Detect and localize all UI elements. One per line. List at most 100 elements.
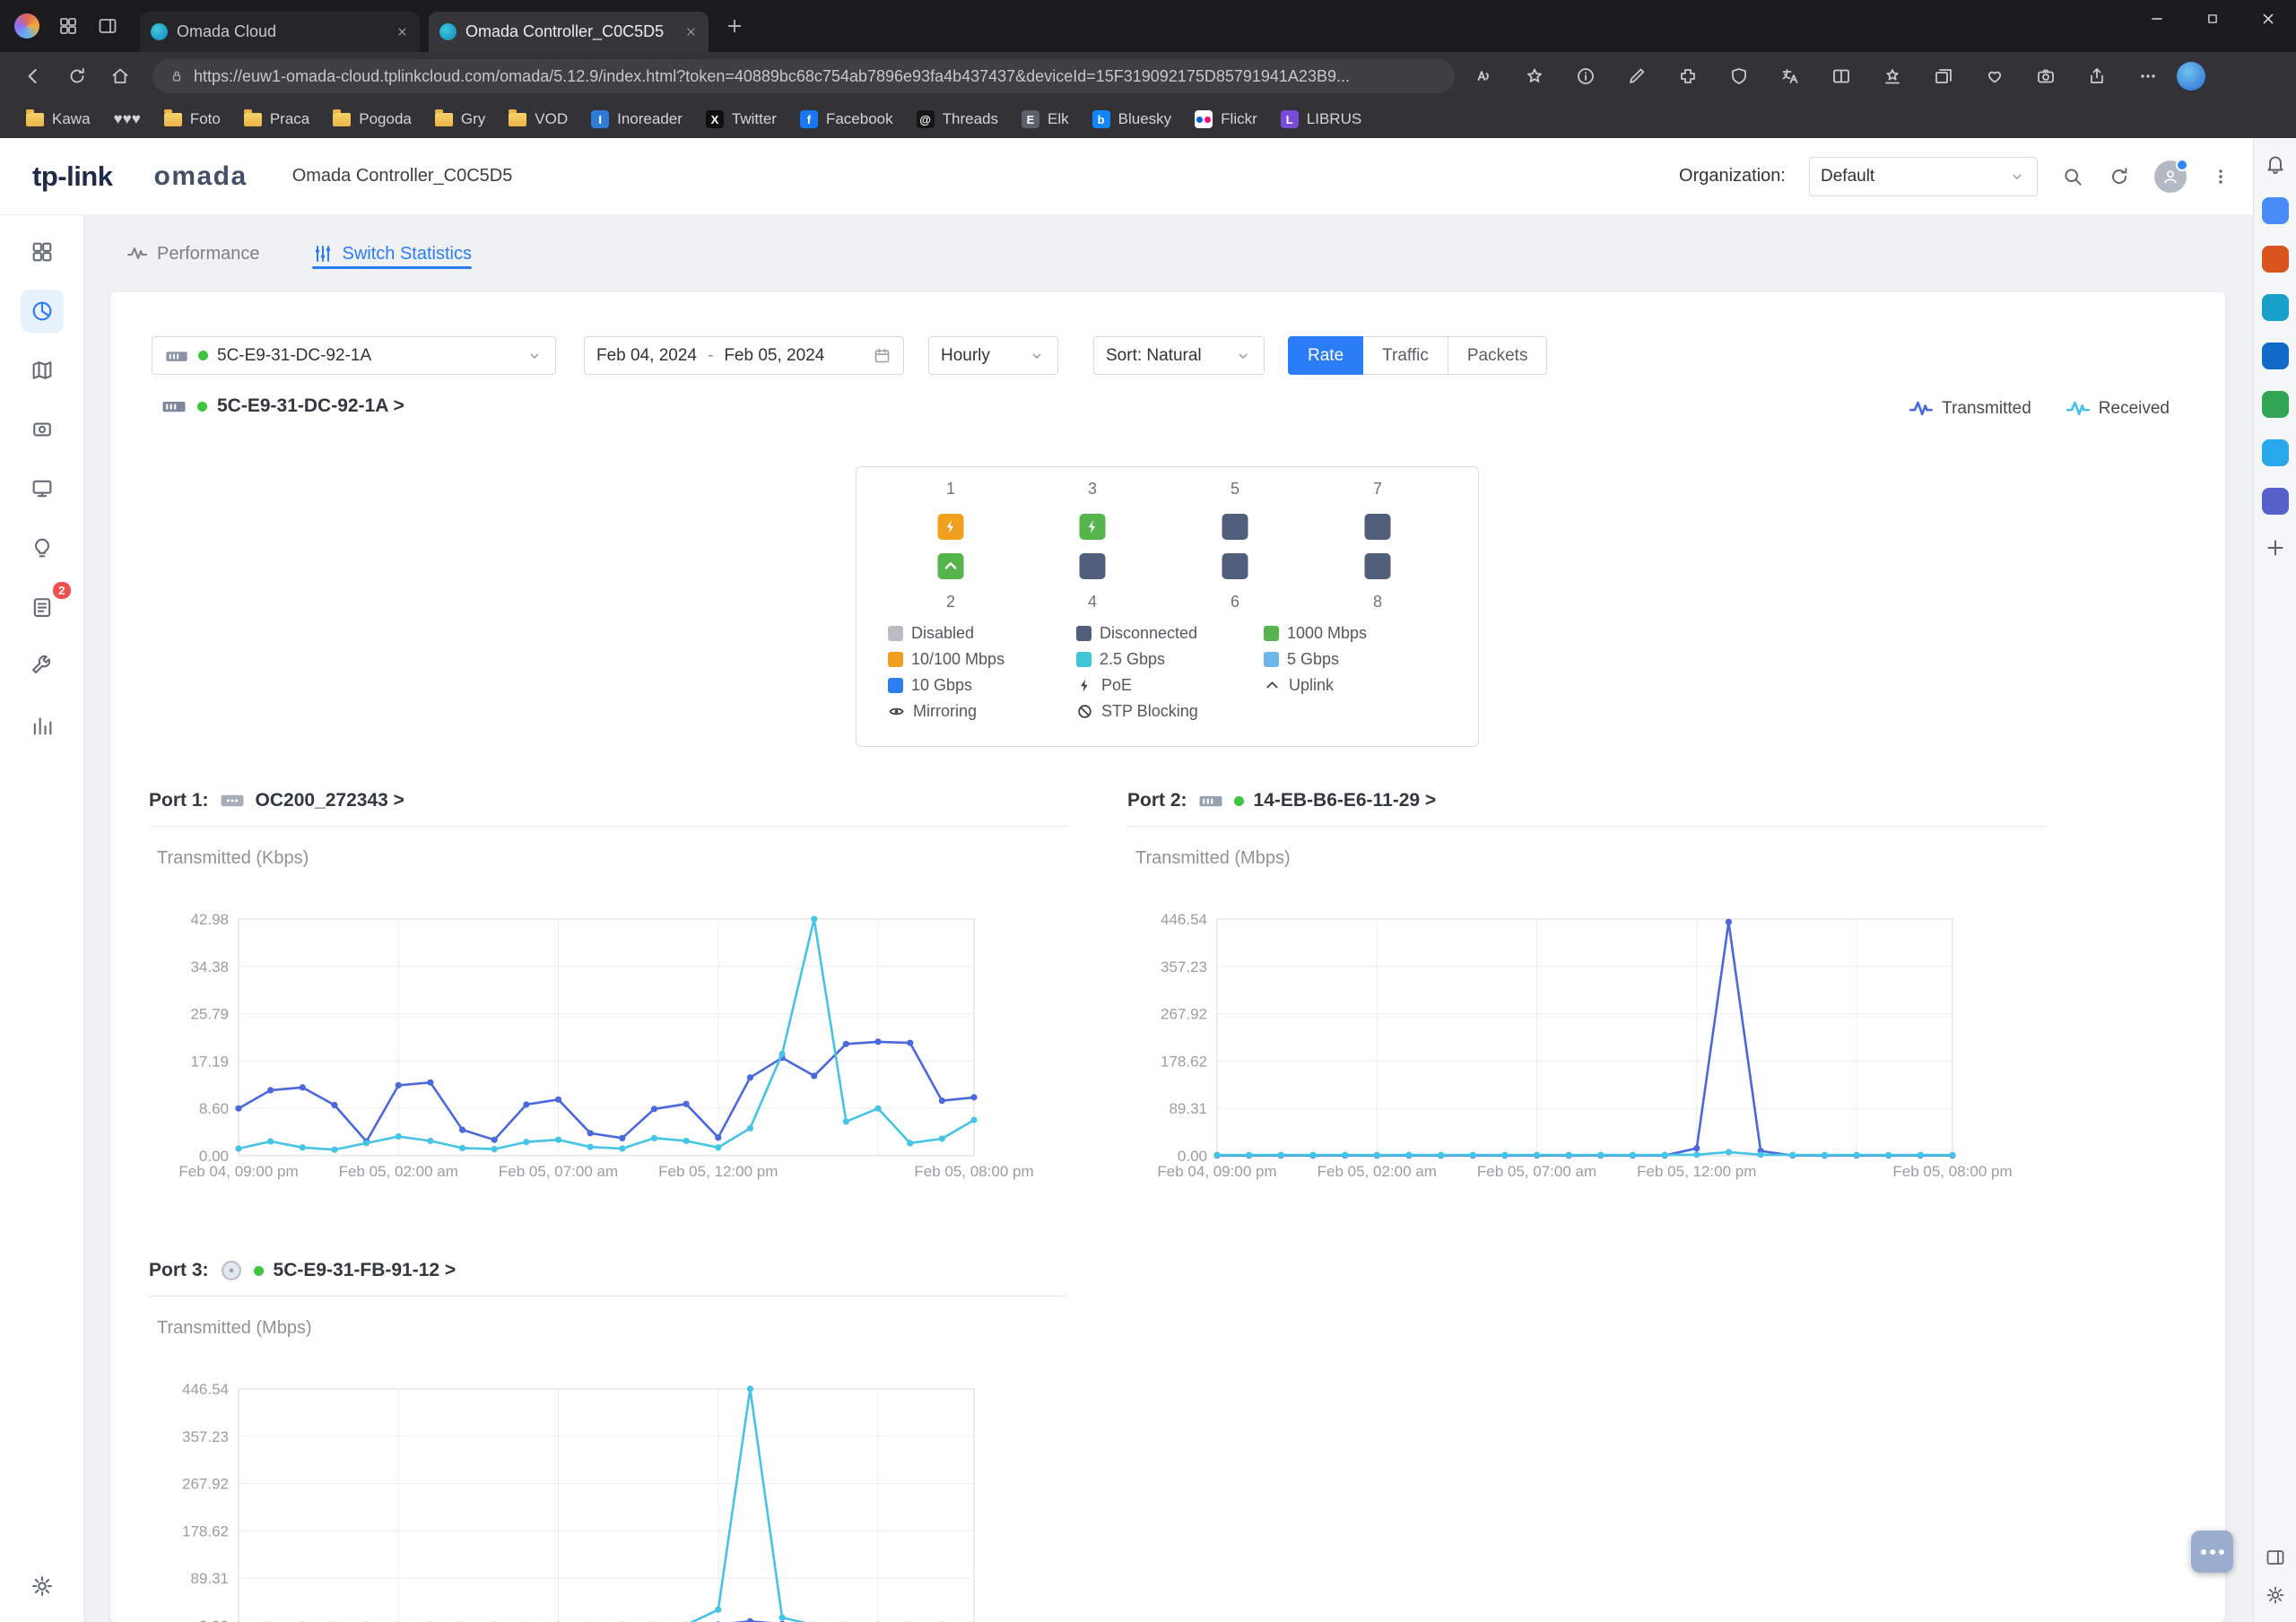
- bookmark-item[interactable]: I Inoreader: [581, 106, 692, 133]
- sort-selector[interactable]: Sort: Natural: [1093, 336, 1265, 375]
- reload-icon[interactable]: [66, 65, 88, 87]
- port-device-link[interactable]: 5C-E9-31-FB-91-12 >: [274, 1260, 457, 1281]
- workspaces-icon[interactable]: [2261, 488, 2289, 515]
- port-2-icon[interactable]: [937, 553, 964, 579]
- tab-switch-statistics[interactable]: Switch Statistics: [311, 215, 473, 292]
- microsoft-365-icon[interactable]: [2261, 246, 2289, 273]
- chart-title: Transmitted (Kbps): [157, 848, 309, 868]
- bookmark-item[interactable]: X Twitter: [696, 106, 787, 133]
- browser-profile-avatar[interactable]: [2177, 62, 2205, 91]
- bookmark-item[interactable]: ♥♥♥: [104, 106, 151, 133]
- workspaces-icon[interactable]: [57, 15, 79, 37]
- organization-selector[interactable]: Default: [1809, 156, 2038, 196]
- sidebar-item-reports[interactable]: [21, 704, 64, 747]
- bookmark-item[interactable]: E Elk: [1012, 106, 1079, 133]
- new-tab-button[interactable]: [725, 16, 744, 36]
- bookmark-item[interactable]: Gry: [425, 106, 495, 133]
- tab-actions-icon[interactable]: [97, 15, 118, 37]
- notifications-icon[interactable]: [2264, 152, 2287, 176]
- tab-close-icon[interactable]: [684, 25, 698, 39]
- bookmark-item[interactable]: Foto: [154, 106, 230, 133]
- sidebar-item-settings[interactable]: [21, 1565, 64, 1608]
- tab-performance[interactable]: Performance: [126, 215, 260, 292]
- tab-close-icon[interactable]: [396, 25, 409, 39]
- outlook-icon[interactable]: [2261, 343, 2289, 369]
- favorites-icon[interactable]: [1882, 65, 1903, 87]
- port-legend-item: PoE: [1076, 676, 1198, 694]
- chat-support-button[interactable]: [2191, 1531, 2233, 1573]
- port-6-icon[interactable]: [1222, 553, 1248, 579]
- sidebar-panel-icon[interactable]: [2265, 1547, 2286, 1568]
- back-icon[interactable]: [22, 65, 45, 88]
- sidebar-item-log[interactable]: 2: [21, 582, 71, 629]
- device-selector[interactable]: 5C-E9-31-DC-92-1A: [152, 336, 556, 375]
- share-icon[interactable]: [2086, 65, 2108, 87]
- port-2-header: Port 2: 14-EB-B6-E6-11-29 >: [1127, 787, 2046, 814]
- sidebar-item-map[interactable]: [21, 349, 64, 392]
- maximize-button[interactable]: [2185, 0, 2240, 38]
- copilot-icon[interactable]: [2261, 197, 2289, 224]
- more-menu-icon[interactable]: [2210, 166, 2231, 187]
- pulse-icon: [2066, 396, 2091, 421]
- planner-icon[interactable]: [2261, 391, 2289, 418]
- port-1-icon[interactable]: [937, 514, 964, 540]
- browser-tab[interactable]: Omada Controller_C0C5D5: [429, 12, 709, 52]
- designer-icon[interactable]: [2261, 294, 2289, 321]
- read-aloud-icon[interactable]: [1473, 65, 1494, 87]
- port-device-link[interactable]: 14-EB-B6-E6-11-29 >: [1254, 790, 1437, 811]
- sidebar-item-dashboard[interactable]: [21, 230, 64, 273]
- bookmark-item[interactable]: Kawa: [16, 106, 100, 133]
- browser-profile-icon[interactable]: [14, 13, 39, 39]
- onedrive-icon[interactable]: [2261, 439, 2289, 466]
- collections-icon[interactable]: [1933, 65, 1954, 87]
- interval-selector[interactable]: Hourly: [928, 336, 1058, 375]
- sidebar-item-tools[interactable]: [21, 645, 64, 688]
- port-device-link[interactable]: OC200_272343 >: [256, 790, 404, 811]
- home-icon[interactable]: [109, 65, 131, 87]
- mode-rate-button[interactable]: Rate: [1288, 336, 1364, 375]
- sidebar-item-insight[interactable]: [21, 526, 64, 569]
- browser-tab[interactable]: Omada Cloud: [140, 12, 420, 52]
- port-7-icon[interactable]: [1364, 514, 1391, 540]
- port-8-icon[interactable]: [1364, 553, 1391, 579]
- port-4-icon[interactable]: [1079, 553, 1106, 579]
- more-options-icon[interactable]: [2137, 65, 2159, 87]
- bluesky-favicon: b: [1091, 110, 1110, 128]
- account-avatar[interactable]: [2154, 158, 2188, 193]
- refresh-icon[interactable]: [2108, 165, 2131, 188]
- mode-packets-button[interactable]: Packets: [1447, 336, 1548, 375]
- bookmark-item[interactable]: f Facebook: [790, 106, 903, 133]
- sidebar-item-devices[interactable]: [21, 408, 64, 451]
- edit-icon[interactable]: [1626, 65, 1648, 87]
- translate-icon[interactable]: [1779, 65, 1801, 87]
- bookmark-item[interactable]: L LIBRUS: [1271, 106, 1371, 133]
- url-text[interactable]: https://euw1-omada-cloud.tplinkcloud.com…: [194, 67, 1439, 86]
- bookmark-item[interactable]: b Bluesky: [1083, 106, 1182, 133]
- sidebar-item-statistics[interactable]: [20, 290, 64, 333]
- port-3-icon[interactable]: [1079, 514, 1106, 540]
- mode-traffic-button[interactable]: Traffic: [1362, 336, 1448, 375]
- add-apps-icon[interactable]: [2264, 536, 2287, 559]
- split-screen-icon[interactable]: [1831, 65, 1852, 87]
- port-5-icon[interactable]: [1222, 514, 1248, 540]
- web-capture-icon[interactable]: [2035, 65, 2057, 87]
- sidebar-info-icon[interactable]: [1575, 65, 1596, 87]
- bookmark-item[interactable]: VOD: [499, 106, 578, 133]
- date-range-picker[interactable]: Feb 04, 2024 - Feb 05, 2024: [584, 336, 904, 375]
- close-window-button[interactable]: [2240, 0, 2296, 38]
- minimize-button[interactable]: [2129, 0, 2185, 38]
- smartscreen-shield-icon[interactable]: [1728, 65, 1750, 87]
- address-bar[interactable]: https://euw1-omada-cloud.tplinkcloud.com…: [152, 59, 1455, 93]
- breadcrumb-device-link[interactable]: 5C-E9-31-DC-92-1A >: [161, 393, 404, 420]
- sidebar-settings-icon[interactable]: [2265, 1584, 2286, 1606]
- bookmark-item[interactable]: Praca: [234, 106, 319, 133]
- bookmark-item[interactable]: @ Threads: [907, 106, 1008, 133]
- search-icon[interactable]: [2061, 165, 2084, 188]
- bookmark-item[interactable]: Flickr: [1185, 106, 1267, 133]
- bookmark-item[interactable]: Pogoda: [323, 106, 422, 133]
- sidebar-item-clients[interactable]: [21, 467, 64, 510]
- tab-strip: Omada Cloud Omada Controller_C0C5D5: [0, 0, 2296, 52]
- browser-essentials-icon[interactable]: [1984, 65, 2005, 87]
- extensions-icon[interactable]: [1677, 65, 1699, 87]
- add-favorite-icon[interactable]: [1524, 65, 1545, 87]
